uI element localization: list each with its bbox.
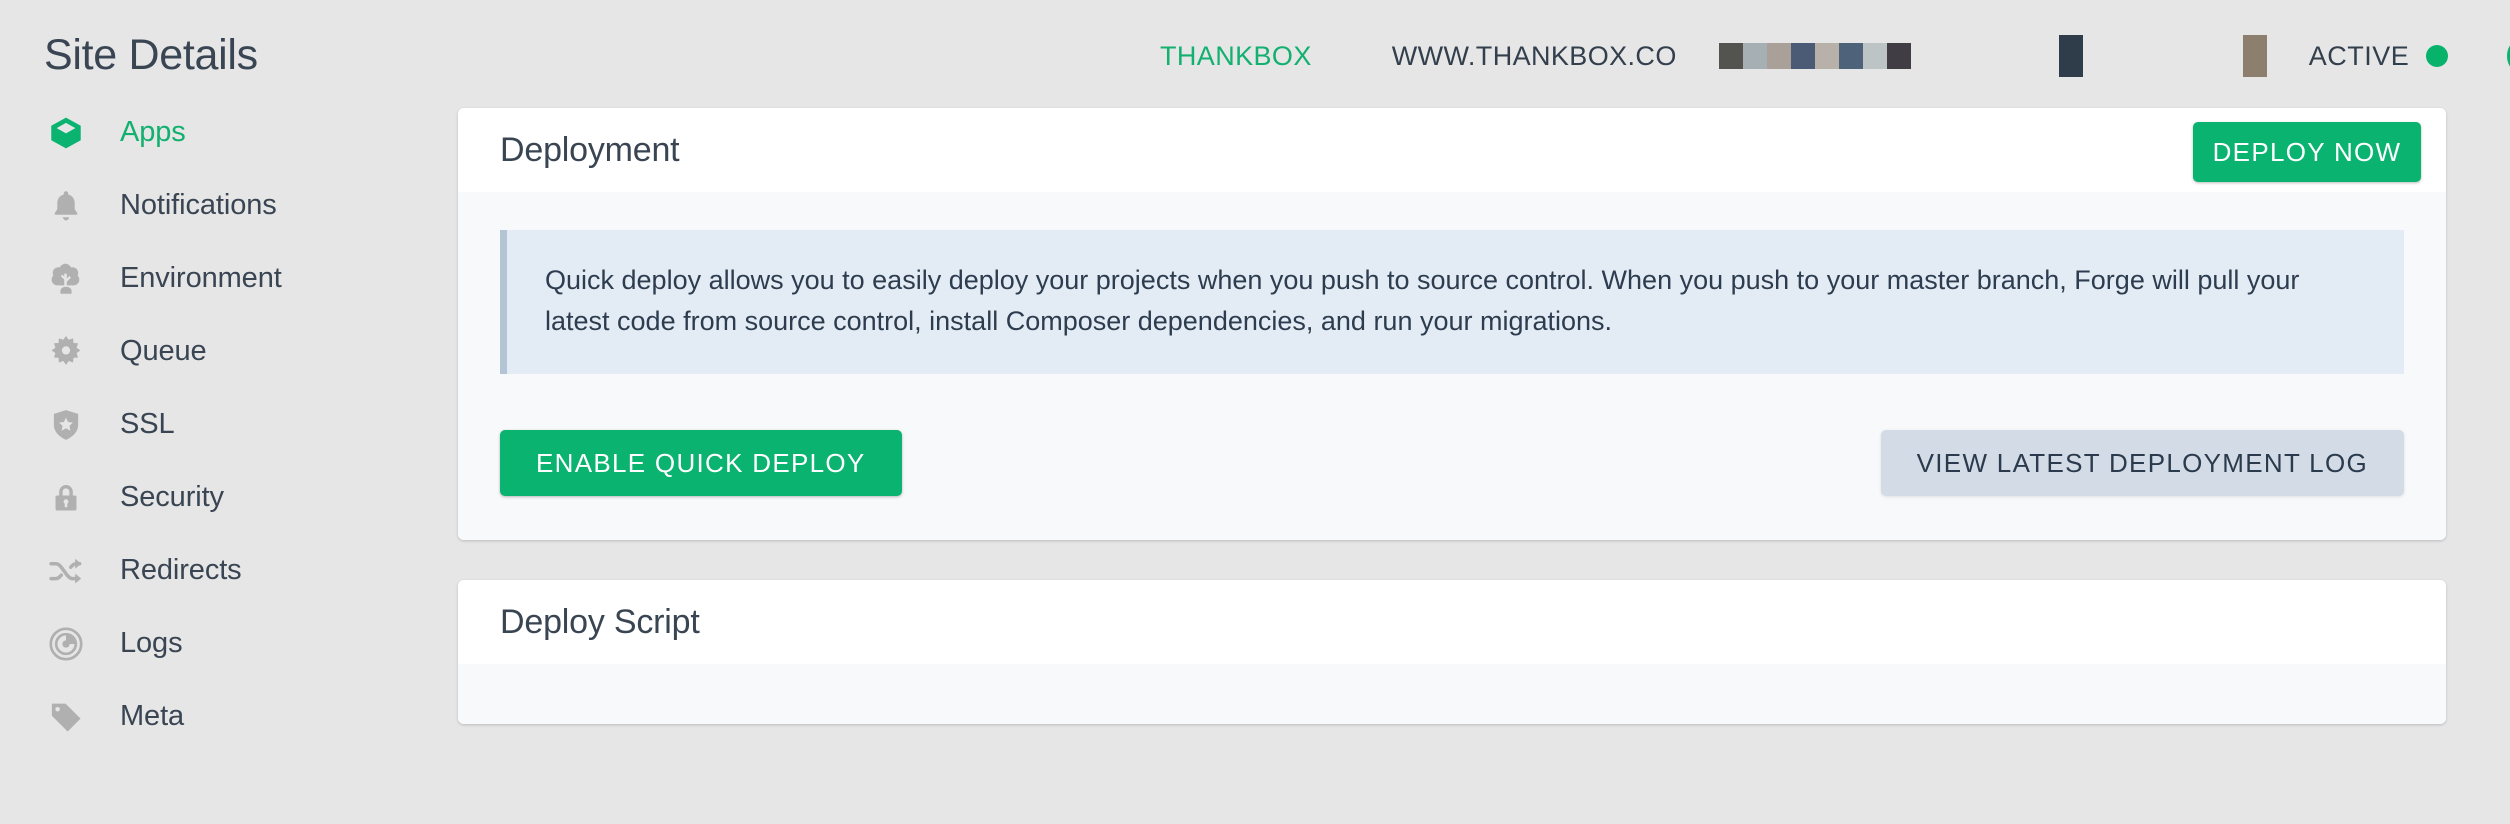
sidebar-item-redirects[interactable]: Redirects — [0, 534, 458, 607]
redacted-block-dark — [2058, 35, 2083, 77]
redacted-blocks — [1718, 43, 1911, 69]
deploy-script-title: Deploy Script — [500, 602, 700, 641]
top-header: Site Details THANKBOX WWW.THANKBOX.CO AC… — [0, 0, 2510, 80]
redacted-block — [1814, 43, 1839, 69]
sidebar-item-label: Apps — [120, 116, 186, 148]
cube-icon — [44, 111, 88, 155]
card-spacer — [458, 540, 2476, 580]
shield-star-icon — [44, 403, 88, 447]
deploy-script-card: Deploy Script — [458, 580, 2446, 725]
deploy-script-card-body — [458, 664, 2446, 725]
deploy-now-button[interactable]: DEPLOY NOW — [2193, 122, 2421, 182]
redacted-block — [1742, 43, 1767, 69]
page-title: Site Details — [44, 31, 258, 79]
status-label: ACTIVE — [2308, 40, 2410, 71]
sidebar-item-label: Redirects — [120, 554, 242, 586]
sidebar-item-label: Security — [120, 481, 224, 513]
quick-deploy-info-callout: Quick deploy allows you to easily deploy… — [500, 230, 2404, 375]
sidebar-item-queue[interactable]: Queue — [0, 315, 458, 388]
redacted-block — [1790, 43, 1815, 69]
tag-icon — [44, 695, 88, 739]
redacted-block — [1862, 43, 1887, 69]
header-site-info: THANKBOX WWW.THANKBOX.CO ACTIVE — [1160, 35, 2510, 77]
status-badge: ACTIVE — [2309, 41, 2449, 72]
pie-chart-icon — [44, 622, 88, 666]
sidebar-item-ssl[interactable]: SSL — [0, 388, 458, 461]
sidebar-item-security[interactable]: Security — [0, 461, 458, 534]
redacted-block — [1718, 43, 1743, 69]
site-brand-name[interactable]: THANKBOX — [1160, 41, 1312, 72]
lock-icon — [44, 476, 88, 520]
sidebar-item-apps[interactable]: Apps — [0, 96, 458, 169]
shuffle-icon — [44, 549, 88, 593]
gear-icon — [44, 330, 88, 374]
bell-icon — [44, 184, 88, 228]
sidebar-item-logs[interactable]: Logs — [0, 607, 458, 680]
redacted-block-tan — [2242, 35, 2267, 77]
quick-deploy-info-text: Quick deploy allows you to easily deploy… — [545, 265, 2300, 337]
view-latest-deployment-log-button[interactable]: VIEW LATEST DEPLOYMENT LOG — [1880, 430, 2404, 497]
sidebar-item-meta[interactable]: Meta — [0, 680, 458, 753]
site-domain[interactable]: WWW.THANKBOX.CO — [1392, 41, 1677, 72]
arrow-right-circle-icon[interactable] — [2506, 35, 2510, 77]
deployment-title: Deployment — [500, 130, 680, 169]
deploy-script-card-header: Deploy Script — [458, 580, 2446, 665]
deployment-card: Deployment DEPLOY NOW Quick deploy allow… — [458, 108, 2446, 541]
sidebar-item-label: Queue — [120, 335, 207, 367]
sidebar-item-notifications[interactable]: Notifications — [0, 169, 458, 242]
sidebar-item-label: SSL — [120, 408, 175, 440]
enable-quick-deploy-button[interactable]: ENABLE QUICK DEPLOY — [500, 430, 902, 497]
deployment-actions: ENABLE QUICK DEPLOY VIEW LATEST DEPLOYME… — [500, 430, 2404, 497]
redacted-block — [1838, 43, 1863, 69]
app-root: Site Details THANKBOX WWW.THANKBOX.CO AC… — [0, 0, 2510, 824]
deployment-card-header: Deployment DEPLOY NOW — [458, 108, 2446, 192]
sidebar-nav: Apps Notifications Environment Queue SSL… — [0, 80, 458, 824]
sidebar-item-label: Notifications — [120, 189, 277, 221]
redacted-block — [1766, 43, 1791, 69]
sidebar-item-environment[interactable]: Environment — [0, 242, 458, 315]
deployment-card-body: Quick deploy allows you to easily deploy… — [458, 192, 2446, 541]
redacted-block — [1886, 43, 1911, 69]
sidebar-item-label: Meta — [120, 700, 185, 732]
status-indicator-dot — [2426, 45, 2449, 67]
main-content: Deployment DEPLOY NOW Quick deploy allow… — [458, 80, 2510, 824]
tree-icon — [44, 257, 88, 301]
sidebar-item-label: Environment — [120, 262, 282, 294]
sidebar-item-label: Logs — [120, 627, 183, 659]
